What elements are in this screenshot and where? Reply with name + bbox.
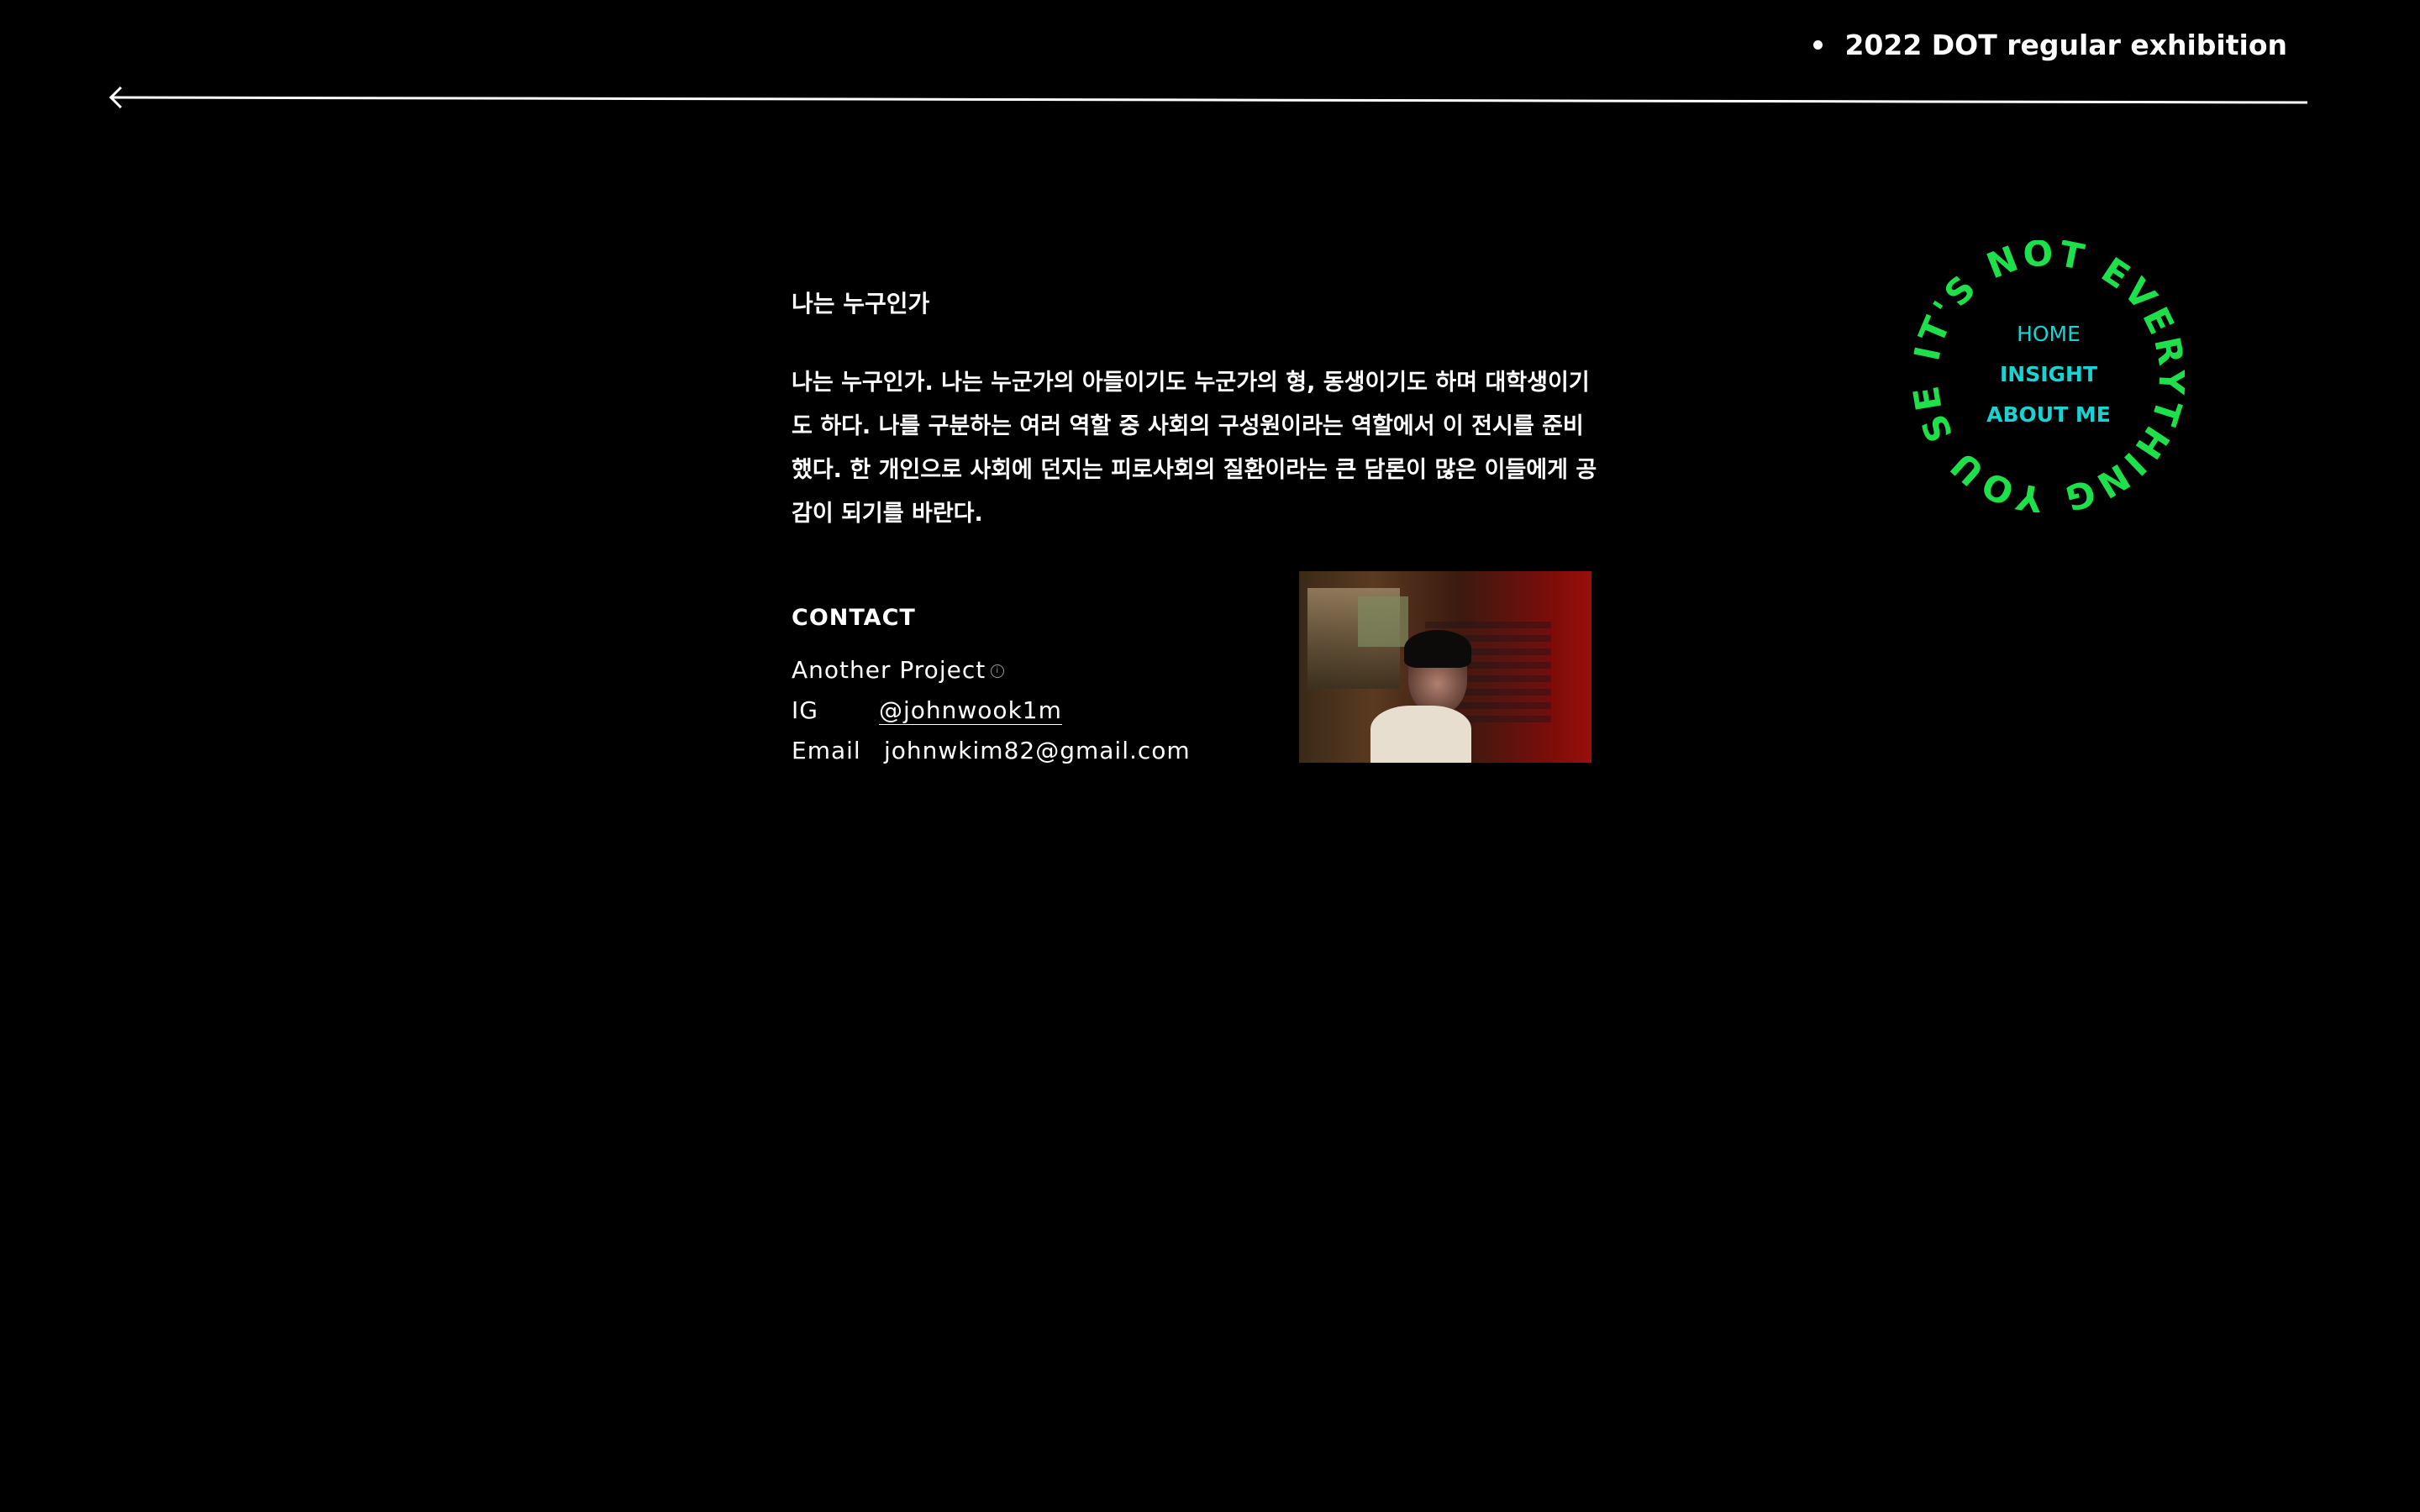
exhibition-title-text: 2022 DOT regular exhibition [1844, 29, 2287, 61]
contact-section: CONTACT Another Project i IG @johnwook1m E… [792, 605, 1191, 771]
info-icon: i [991, 664, 1005, 678]
another-project-row[interactable]: Another Project i [792, 650, 1191, 690]
contact-heading: CONTACT [792, 605, 916, 631]
another-project-link[interactable]: Another Project [792, 650, 986, 690]
nav-home[interactable]: HOME [1912, 314, 2185, 354]
nav-menu: HOME INSIGHT ABOUT ME [1912, 314, 2185, 435]
profile-photo [1299, 571, 1591, 763]
ig-row: IG @johnwook1m [792, 690, 1191, 731]
about-heading: 나는 누구인가 [792, 290, 930, 318]
email-link[interactable]: johnwkim82@gmail.com [884, 737, 1191, 764]
ig-link[interactable]: @johnwook1m [879, 696, 1062, 725]
bullet-icon [1813, 40, 1823, 50]
exhibition-title: 2022 DOT regular exhibition [1813, 29, 2287, 61]
page: 2022 DOT regular exhibition 나는 누구인가 나는 누… [0, 0, 2420, 1512]
circular-nav: IT'S NOT EVERYTHING YOU SEE HOME INSIGHT… [1912, 240, 2185, 512]
about-body: 나는 누구인가. 나는 누군가의 아들이기도 누군가의 형, 동생이기도 하며 … [792, 370, 1597, 527]
ig-label: IG [792, 696, 818, 724]
email-label: Email [792, 737, 861, 764]
about-section: 나는 누구인가 나는 누구인가. 나는 누군가의 아들이기도 누군가의 형, 동… [792, 282, 1598, 536]
nav-insight[interactable]: INSIGHT [1912, 354, 2185, 395]
email-row: Email johnwkim82@gmail.com [792, 731, 1191, 771]
nav-about-me[interactable]: ABOUT ME [1912, 395, 2185, 435]
arrow-left-icon[interactable] [108, 82, 2309, 113]
